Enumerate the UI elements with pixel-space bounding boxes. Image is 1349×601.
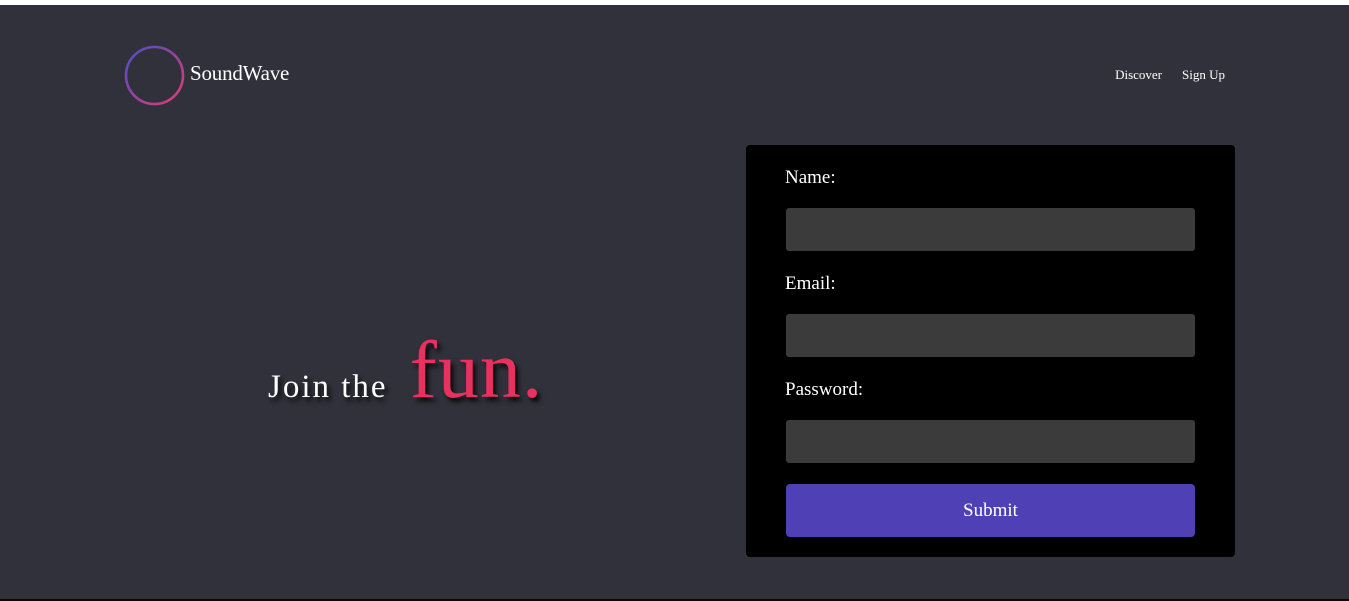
hero-accent-text: fun. [409, 324, 544, 415]
hero-lead-text: Join the [268, 369, 388, 405]
nav-sign-up-link[interactable]: Sign Up [1182, 67, 1225, 83]
soundwave-logo-icon[interactable] [124, 45, 185, 106]
nav-discover-link[interactable]: Discover [1115, 67, 1162, 83]
email-label: Email: [785, 273, 836, 294]
password-input[interactable] [786, 420, 1195, 463]
email-input[interactable] [786, 314, 1195, 357]
signup-form: Name: Email: Password: Submit [746, 145, 1235, 557]
brand-name[interactable]: SoundWave [190, 61, 289, 86]
name-label: Name: [785, 167, 836, 188]
name-input[interactable] [786, 208, 1195, 251]
main-nav: Discover Sign Up [1115, 67, 1225, 83]
submit-button[interactable]: Submit [786, 484, 1195, 537]
hero-heading: Join the fun. [268, 323, 543, 417]
password-label: Password: [785, 379, 864, 400]
page: SoundWave Discover Sign Up Join the fun. … [0, 5, 1349, 601]
